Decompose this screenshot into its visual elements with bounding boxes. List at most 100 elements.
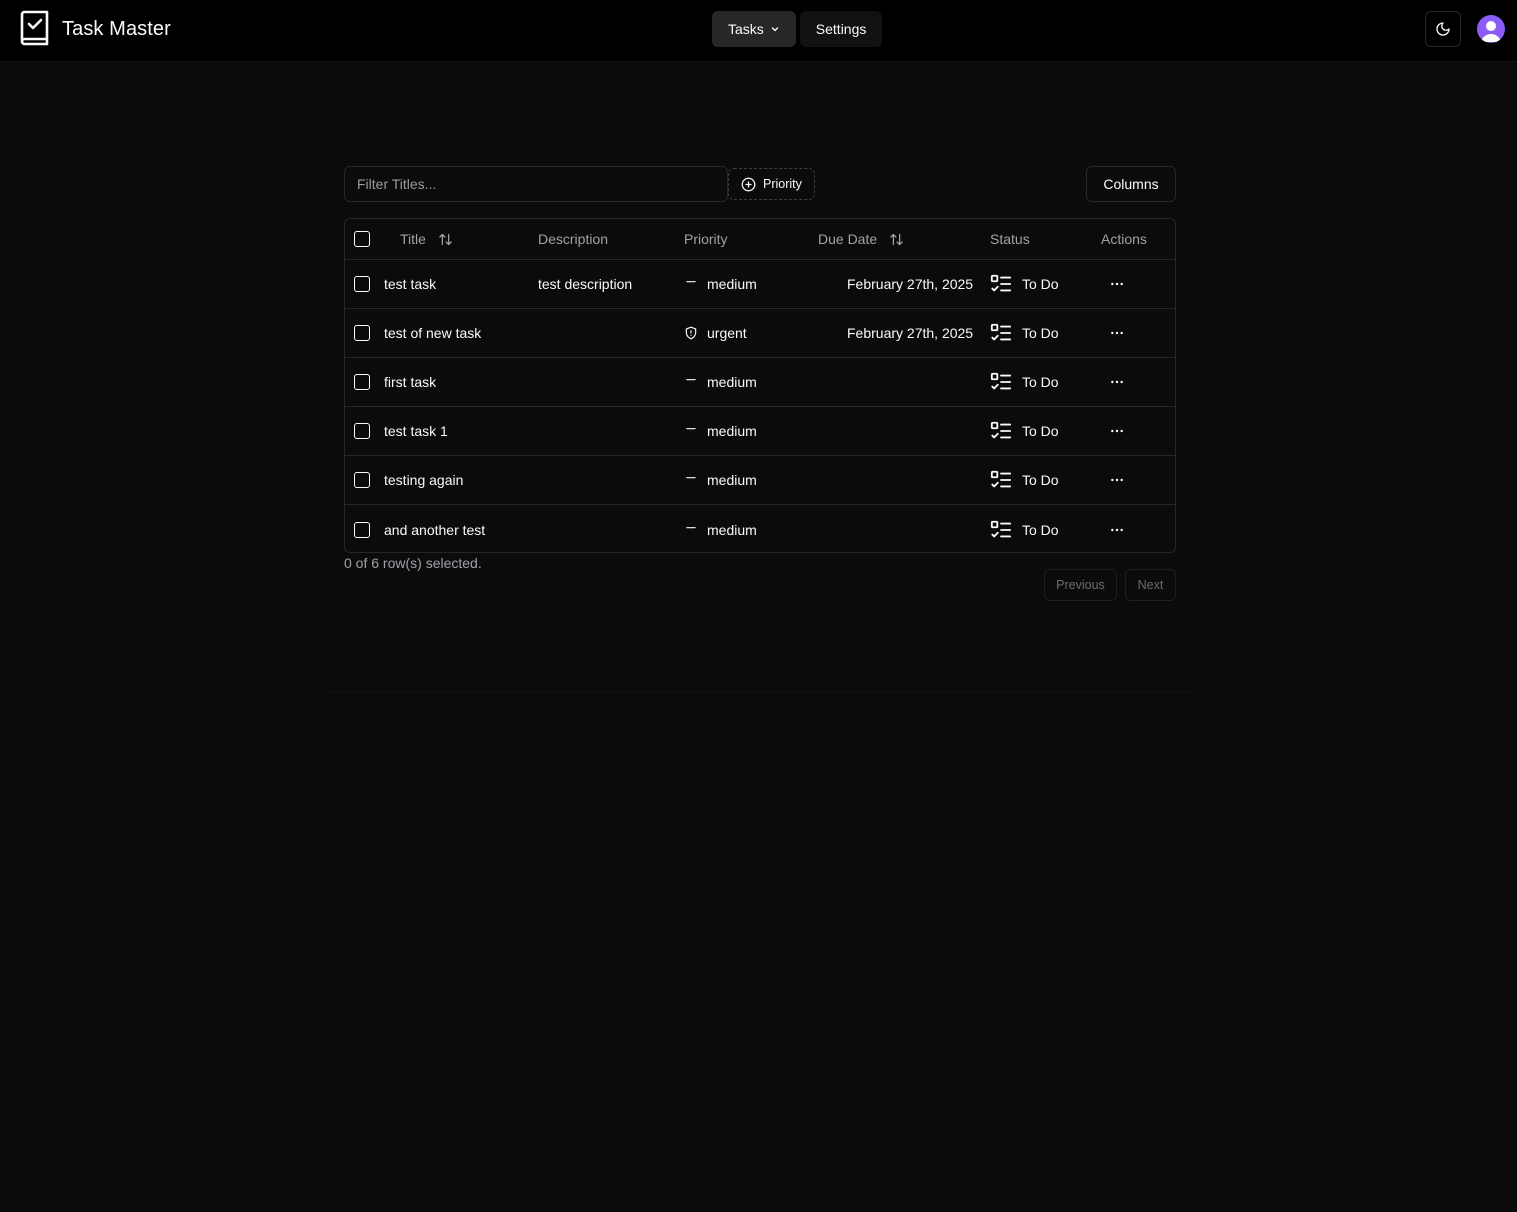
top-navigation-bar: Task Master Tasks Settings [0, 0, 1517, 62]
header-due-date-label: Due Date [818, 231, 878, 247]
table-row[interactable]: testing again medium To Do [345, 456, 1175, 505]
task-status: To Do [990, 358, 1059, 406]
select-all-checkbox[interactable] [354, 231, 370, 247]
more-horizontal-icon [1111, 528, 1123, 531]
table-row[interactable]: test of new task urgent February 27th, 202… [345, 309, 1175, 358]
user-silhouette-icon [1481, 21, 1501, 42]
task-status: To Do [990, 407, 1059, 455]
header-actions: Actions [1101, 231, 1147, 247]
table-header-row: Title Description Priority Due Date Stat… [345, 219, 1175, 260]
minus-icon [686, 379, 696, 381]
arrow-up-down-icon [890, 233, 903, 245]
theme-toggle-button[interactable] [1425, 11, 1461, 47]
task-priority: medium [684, 456, 757, 504]
row-actions-button[interactable] [1109, 260, 1125, 308]
task-priority: medium [684, 358, 757, 406]
arrow-up-down-icon [439, 233, 452, 245]
next-page-button[interactable]: Next [1125, 569, 1176, 601]
table-row[interactable]: test task test description medium February … [345, 260, 1175, 309]
task-title: test task [384, 276, 437, 292]
chevron-down-icon [771, 27, 778, 32]
nav-settings-label: Settings [815, 21, 867, 37]
list-todo-icon [990, 274, 1012, 292]
moon-icon [1436, 22, 1450, 36]
row-actions-button[interactable] [1109, 309, 1125, 357]
header-title[interactable]: Title [400, 219, 453, 259]
task-book-logo-icon [20, 10, 49, 46]
header-title-label: Title [400, 231, 426, 247]
previous-page-button[interactable]: Previous [1044, 569, 1117, 601]
task-status: To Do [990, 505, 1059, 552]
app-title: Task Master [62, 17, 171, 40]
footer-divider [328, 691, 1192, 692]
row-select-cell [354, 505, 370, 552]
task-priority: urgent [684, 309, 747, 357]
task-status-label: To Do [1022, 472, 1059, 488]
task-status-label: To Do [1022, 276, 1059, 292]
task-status-label: To Do [1022, 325, 1059, 341]
row-select-checkbox[interactable] [354, 325, 370, 341]
task-priority: medium [684, 407, 757, 455]
shield-alert-icon [685, 326, 697, 340]
minus-icon [686, 477, 696, 479]
filter-titles-input[interactable] [344, 166, 728, 202]
more-horizontal-icon [1111, 429, 1123, 433]
header-due-date[interactable]: Due Date [818, 219, 904, 259]
row-select-cell [354, 260, 370, 308]
task-status-label: To Do [1022, 423, 1059, 439]
nav-tasks-dropdown[interactable]: Tasks [712, 11, 796, 47]
task-status-label: To Do [1022, 521, 1059, 538]
nav-tasks-label: Tasks [728, 21, 764, 37]
task-priority: medium [684, 505, 757, 552]
task-title: first task [384, 374, 437, 390]
list-todo-icon [990, 323, 1012, 341]
priority-filter-label: Priority [763, 177, 802, 191]
list-todo-icon [990, 470, 1012, 488]
task-title: test of new task [384, 325, 482, 341]
task-status: To Do [990, 309, 1059, 357]
list-todo-icon [990, 372, 1012, 390]
row-select-checkbox[interactable] [354, 276, 370, 292]
task-priority-label: medium [707, 521, 757, 538]
user-avatar[interactable] [1477, 15, 1505, 43]
task-priority-label: medium [707, 423, 757, 439]
task-priority-label: urgent [707, 325, 747, 341]
minus-icon [686, 526, 696, 528]
select-all-cell [354, 219, 370, 259]
table-row[interactable]: first task medium To Do [345, 358, 1175, 407]
task-due-date: February 27th, 2025 [847, 325, 974, 341]
table-row[interactable]: test task 1 medium To Do [345, 407, 1175, 456]
header-description: Description [538, 231, 609, 247]
list-todo-icon [990, 421, 1012, 439]
nav-settings[interactable]: Settings [799, 11, 883, 47]
priority-filter-button[interactable]: Priority [728, 168, 815, 200]
row-select-checkbox[interactable] [354, 423, 370, 439]
brand[interactable]: Task Master [18, 10, 171, 48]
header-status: Status [990, 231, 1030, 247]
columns-button-label: Columns [1103, 176, 1159, 192]
task-title: testing again [384, 472, 464, 488]
tasks-table: Title Description Priority Due Date Stat… [344, 218, 1176, 553]
task-due-date: February 27th, 2025 [847, 276, 974, 292]
row-actions-button[interactable] [1109, 407, 1125, 455]
row-select-cell [354, 309, 370, 357]
main-nav: Tasks Settings [712, 11, 883, 47]
plus-circle-icon [741, 177, 756, 191]
minus-icon [686, 281, 696, 283]
selection-count: 0 of 6 row(s) selected. [344, 555, 482, 571]
table-row[interactable]: and another test medium To Do [345, 505, 1175, 552]
row-select-checkbox[interactable] [354, 472, 370, 488]
row-select-cell [354, 456, 370, 504]
row-actions-button[interactable] [1109, 456, 1125, 504]
row-select-checkbox[interactable] [354, 374, 370, 390]
columns-button[interactable]: Columns [1086, 166, 1176, 202]
row-select-checkbox[interactable] [354, 521, 370, 538]
row-actions-button[interactable] [1109, 505, 1125, 552]
more-horizontal-icon [1111, 380, 1123, 384]
task-priority-label: medium [707, 374, 757, 390]
row-actions-button[interactable] [1109, 358, 1125, 406]
more-horizontal-icon [1111, 478, 1123, 482]
task-description: test description [538, 276, 633, 292]
task-status: To Do [990, 456, 1059, 504]
more-horizontal-icon [1111, 331, 1123, 335]
